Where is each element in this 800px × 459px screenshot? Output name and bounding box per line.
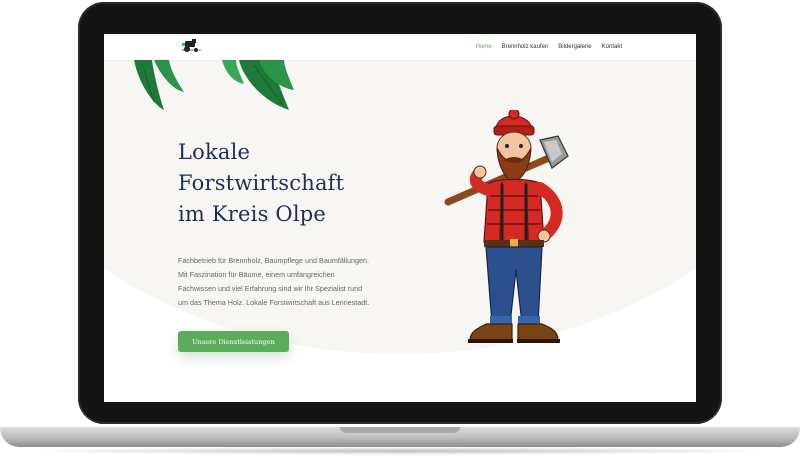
- navbar: BRENNHOLZ Home Brennholz kaufen Bilderga…: [104, 34, 696, 60]
- palm-leaves-decoration: [134, 60, 294, 110]
- laptop-base-notch: [340, 427, 460, 433]
- nav-item-home[interactable]: Home: [476, 44, 492, 50]
- hero-title-line: Forstwirtschaft: [178, 171, 345, 195]
- website-screen: BRENNHOLZ Home Brennholz kaufen Bilderga…: [104, 34, 696, 402]
- services-button[interactable]: Unsere Dienstleistungen: [178, 331, 289, 352]
- nav-item-kontakt[interactable]: Kontakt: [602, 44, 622, 50]
- logo-text: BRENNHOLZ: [182, 48, 201, 52]
- hero-description-line: um das Thema Holz. Lokale Forstwirtschaf…: [178, 298, 370, 307]
- hero-description-line: Mit Faszination für Bäume, einem umfangr…: [178, 270, 335, 279]
- laptop-shadow: [20, 447, 780, 455]
- lumberjack-with-axe-illustration: [444, 110, 569, 343]
- main-nav: Home Brennholz kaufen Bildergalerie Kont…: [476, 34, 622, 60]
- hero-title: Lokale Forstwirtschaft im Kreis Olpe: [178, 137, 344, 230]
- nav-item-bildergalerie[interactable]: Bildergalerie: [558, 44, 591, 50]
- hero-title-line: Lokale: [178, 140, 251, 164]
- nav-item-brennholz-kaufen[interactable]: Brennholz kaufen: [502, 44, 549, 50]
- hero-description: Fachbetrieb für Brennholz, Baumpflege un…: [178, 254, 388, 310]
- hero-description-line: Fachbetrieb für Brennholz, Baumpflege un…: [178, 256, 369, 265]
- hero-description-line: Fachwissen und viel Erfahrung sind wir I…: [178, 284, 363, 293]
- hero-title-line: im Kreis Olpe: [178, 202, 327, 226]
